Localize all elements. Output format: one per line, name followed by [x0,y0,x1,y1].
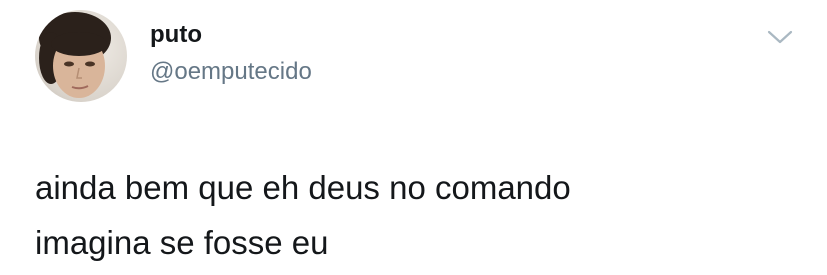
chevron-down-icon [767,30,793,44]
tweet-text: ainda bem que eh deus no comando imagina… [35,160,795,270]
avatar-photo [39,12,111,98]
tweet-text-line: ainda bem que eh deus no comando [35,169,571,206]
tweet-menu-button[interactable] [765,26,795,48]
tweet-card: puto @oemputecido ainda bem que eh deus … [0,0,827,275]
username-handle[interactable]: @oemputecido [150,57,312,87]
avatar[interactable] [35,10,127,102]
tweet-text-line: imagina se fosse eu [35,224,329,261]
display-name[interactable]: puto [150,20,202,50]
